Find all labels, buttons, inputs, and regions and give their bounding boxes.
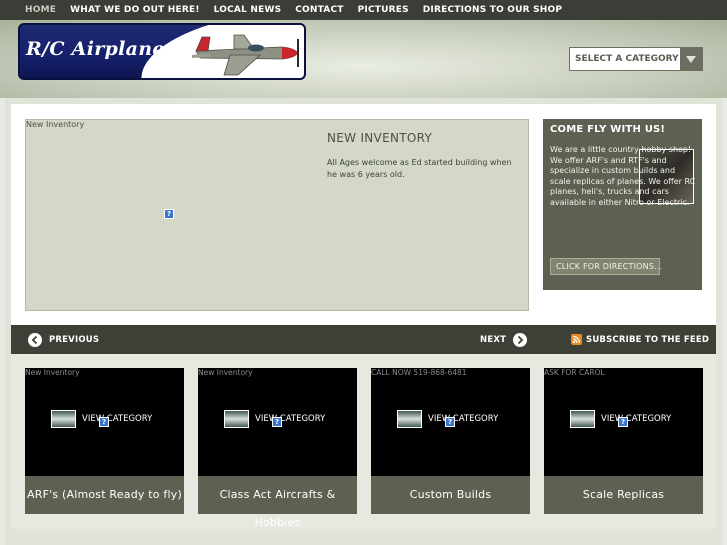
logo-text: R/C Airplanes xyxy=(26,38,176,60)
broken-image-icon: ? xyxy=(272,417,282,427)
broken-image-icon: ? xyxy=(618,417,628,427)
header: R/C Airplanes SELECT A CATEGORY xyxy=(0,20,727,98)
come-fly-box: COME FLY WITH US! We are a little countr… xyxy=(543,119,702,290)
category-thumb[interactable]: New Inventory VIEW CATEGORY ? xyxy=(198,368,357,476)
arrow-right-icon xyxy=(513,332,528,347)
broken-image-icon: ? xyxy=(445,417,455,427)
arrow-left-icon xyxy=(28,332,42,347)
featured-slide-image[interactable]: New Inventory ? xyxy=(25,119,529,311)
view-category-label: VIEW CATEGORY xyxy=(601,414,672,424)
come-fly-text: We are a little country hobby shop! We o… xyxy=(550,145,696,209)
slider-nav: PREVIOUS NEXT SUBSCRIBE TO THE FEED xyxy=(11,325,716,354)
category-card[interactable]: CALL NOW 519-868-6481 VIEW CATEGORY ? Cu… xyxy=(371,368,530,514)
card-title[interactable]: ARF's (Almost Ready to fly) xyxy=(25,481,184,509)
rss-icon xyxy=(571,334,582,345)
top-nav: HOME WHAT WE DO OUT HERE! LOCAL NEWS CON… xyxy=(0,0,727,20)
broken-image-icon: ? xyxy=(164,209,174,219)
category-card[interactable]: New Inventory VIEW CATEGORY ? Class Act … xyxy=(198,368,357,529)
airplane-icon xyxy=(192,34,299,76)
card-title[interactable]: Class Act Aircrafts & Hobbies xyxy=(198,481,357,537)
category-thumb[interactable]: New Inventory VIEW CATEGORY ? xyxy=(25,368,184,476)
card-title[interactable]: Scale Replicas xyxy=(544,481,703,509)
nav-contact[interactable]: CONTACT xyxy=(288,0,350,20)
site-logo[interactable]: R/C Airplanes xyxy=(18,23,306,80)
featured-text: All Ages welcome as Ed started building … xyxy=(327,158,512,179)
category-select[interactable]: SELECT A CATEGORY xyxy=(569,47,703,71)
image-icon xyxy=(570,410,595,428)
subscribe-feed-link[interactable]: SUBSCRIBE TO THE FEED xyxy=(571,325,709,354)
previous-button[interactable]: PREVIOUS xyxy=(28,325,99,354)
card-title[interactable]: Custom Builds xyxy=(371,481,530,509)
card-caption: New Inventory xyxy=(25,368,80,377)
come-fly-title: COME FLY WITH US! xyxy=(550,124,666,135)
come-fly-text-content: We are a little country hobby shop! We o… xyxy=(550,145,696,207)
image-icon xyxy=(224,410,249,428)
category-card[interactable]: ASK FOR CAROL VIEW CATEGORY ? Scale Repl… xyxy=(544,368,703,514)
nav-directions[interactable]: DIRECTIONS TO OUR SHOP xyxy=(416,0,569,20)
next-button[interactable]: NEXT xyxy=(480,325,528,354)
category-thumb[interactable]: ASK FOR CAROL VIEW CATEGORY ? xyxy=(544,368,703,476)
category-thumb[interactable]: CALL NOW 519-868-6481 VIEW CATEGORY ? xyxy=(371,368,530,476)
nav-local-news[interactable]: LOCAL NEWS xyxy=(207,0,289,20)
featured-title[interactable]: NEW INVENTORY xyxy=(327,131,432,145)
nav-pictures[interactable]: PICTURES xyxy=(351,0,416,20)
view-category-label: VIEW CATEGORY xyxy=(82,414,153,424)
image-icon xyxy=(51,410,76,428)
view-category-label: VIEW CATEGORY xyxy=(428,414,499,424)
view-category-label: VIEW CATEGORY xyxy=(255,414,326,424)
card-caption: CALL NOW 519-868-6481 xyxy=(371,368,467,377)
card-caption: ASK FOR CAROL xyxy=(544,368,605,377)
featured-image-caption: New Inventory xyxy=(26,120,85,129)
image-icon xyxy=(397,410,422,428)
next-label: NEXT xyxy=(480,334,507,345)
directions-button[interactable]: CLICK FOR DIRECTIONS... xyxy=(550,258,662,275)
chevron-down-icon[interactable] xyxy=(680,48,702,70)
card-caption: New Inventory xyxy=(198,368,253,377)
category-card[interactable]: New Inventory VIEW CATEGORY ? ARF's (Alm… xyxy=(25,368,184,514)
category-select-label: SELECT A CATEGORY xyxy=(575,54,679,64)
subscribe-label: SUBSCRIBE TO THE FEED xyxy=(586,334,710,345)
nav-what-we-do[interactable]: WHAT WE DO OUT HERE! xyxy=(63,0,207,20)
broken-image-icon: ? xyxy=(99,417,109,427)
previous-label: PREVIOUS xyxy=(49,334,100,345)
nav-home[interactable]: HOME xyxy=(18,0,63,20)
